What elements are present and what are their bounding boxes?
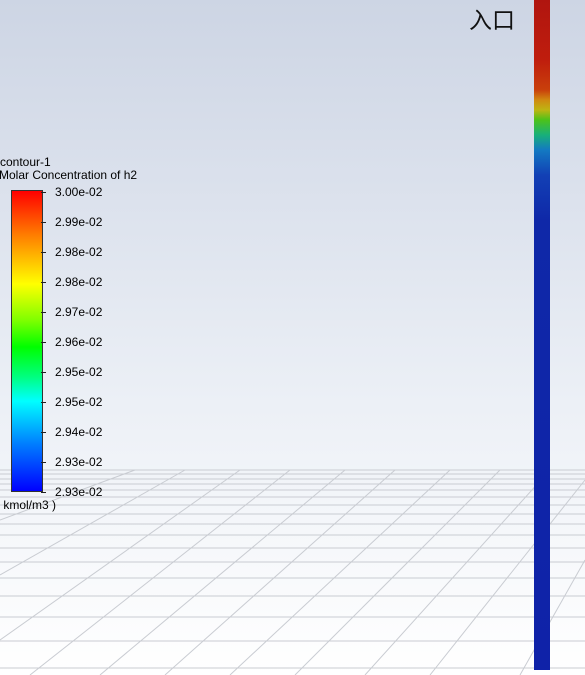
legend-colorbar — [11, 190, 43, 492]
legend-units: ( kmol/m3 ) — [0, 498, 56, 512]
inlet-annotation: 入口 — [469, 8, 515, 34]
legend-tick-label: 2.94e-02 — [55, 425, 103, 439]
legend-tick-label: 2.98e-02 — [55, 245, 103, 259]
legend-tick-mark — [41, 432, 46, 433]
legend-tick-label: 2.93e-02 — [55, 485, 103, 499]
pipe-contour-surface[interactable] — [534, 0, 550, 670]
legend-tick-mark — [41, 192, 46, 193]
grid-line — [164, 469, 396, 675]
legend-subtitle: Molar Concentration of h2 — [0, 168, 138, 182]
grid-line — [229, 469, 451, 675]
legend-tick-label: 2.97e-02 — [55, 305, 103, 319]
legend-tick-label: 2.98e-02 — [55, 275, 103, 289]
legend-tick-mark — [41, 402, 46, 403]
grid-line — [294, 469, 501, 675]
graphics-viewport[interactable]: 入口 contour-1 Molar Concentration of h2 3… — [0, 0, 585, 675]
legend-tick-label: 2.95e-02 — [55, 365, 103, 379]
legend-tick-mark — [41, 342, 46, 343]
grid-line — [99, 469, 346, 675]
legend-tick-mark — [41, 252, 46, 253]
legend-tick-mark — [41, 462, 46, 463]
legend-tick-label: 2.99e-02 — [55, 215, 103, 229]
legend-tick-label: 3.00e-02 — [55, 185, 103, 199]
grid-line — [29, 469, 291, 675]
legend-tick-label: 2.95e-02 — [55, 395, 103, 409]
legend-tick-mark — [41, 372, 46, 373]
grid-line — [364, 469, 551, 675]
legend-tick-mark — [41, 222, 46, 223]
legend-tick-mark — [41, 312, 46, 313]
legend-tick-label: 2.96e-02 — [55, 335, 103, 349]
legend-tick-mark — [41, 492, 46, 493]
legend-tick-label: 2.93e-02 — [55, 455, 103, 469]
legend-tick-mark — [41, 282, 46, 283]
